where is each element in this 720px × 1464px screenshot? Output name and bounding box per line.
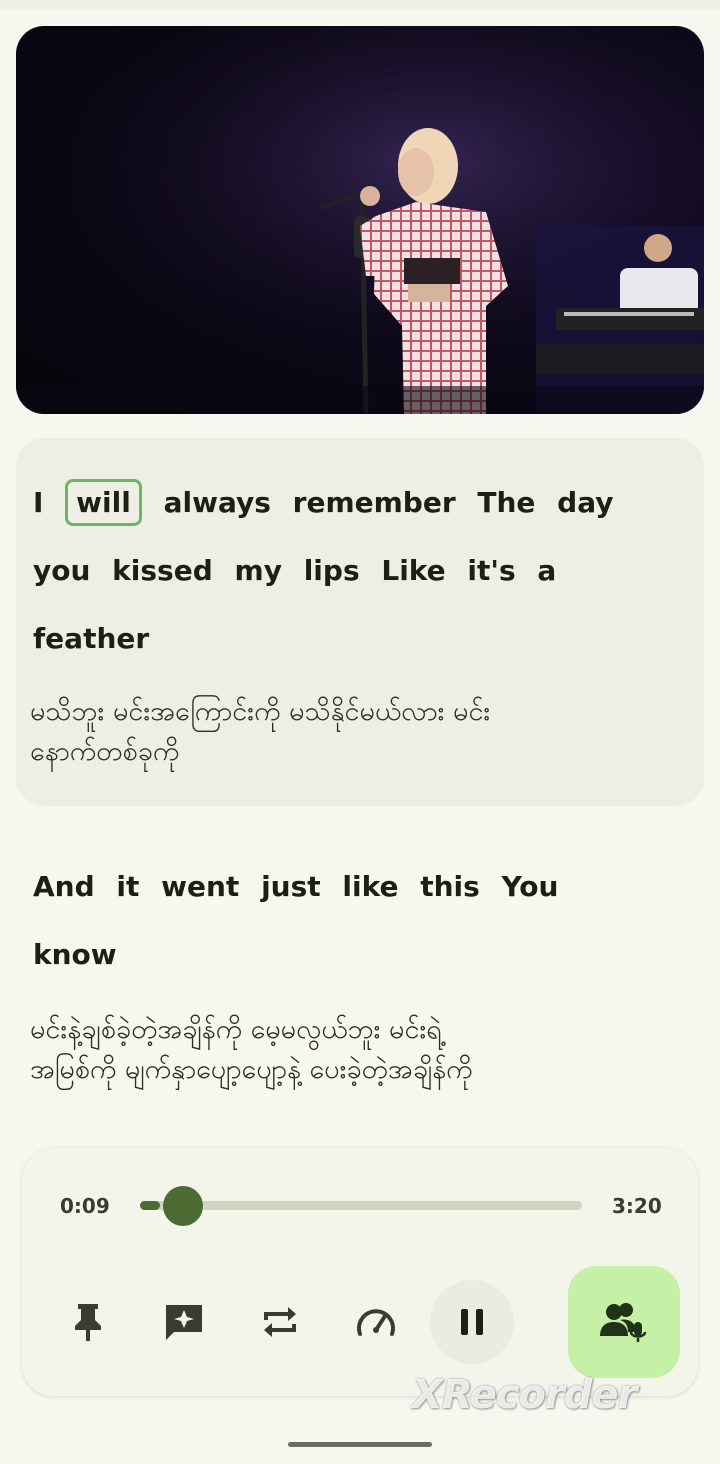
lyric-line: I will always remember The day [33,479,614,526]
lyric-word[interactable]: lips [304,554,360,587]
lyric-word[interactable]: And [33,870,95,903]
lyric-line: feather [33,622,149,655]
translation-line: နောက်တစ်ခုကို [30,736,180,767]
pause-button[interactable] [430,1280,514,1364]
video-player[interactable] [16,26,704,414]
lyric-word[interactable]: it [116,870,139,903]
lyric-word[interactable]: just [261,870,321,903]
lyric-word[interactable]: kissed [112,554,213,587]
lyric-word[interactable]: my [235,554,282,587]
repeat-button[interactable] [254,1296,306,1348]
lyric-word[interactable]: day [557,486,613,519]
lyric-word[interactable]: a [537,554,556,587]
lyric-translation-active: မသိဘူး မင်းအကြောင်းကို မသိနိုင်မယ်လား မင… [30,692,690,772]
pin-button[interactable] [62,1296,114,1348]
status-strip [0,0,720,10]
lyric-word[interactable]: remember [293,486,456,519]
lyric-word[interactable]: went [161,870,239,903]
lyric-translation-next: မင်းနဲ့ချစ်ခဲ့တဲ့အချိန်ကို မေ့မလွယ်ဘူး မ… [30,1010,690,1090]
lyric-word[interactable]: The [477,486,535,519]
lyric-word[interactable]: You [502,870,559,903]
karaoke-button[interactable] [568,1266,680,1378]
home-indicator[interactable] [288,1442,432,1447]
lyric-word[interactable]: feather [33,622,149,655]
recorder-watermark: XRecorder [412,1372,637,1418]
translation-line: အမြစ်ကို မျက်နှာပျော့ပျော့နဲ့ ပေးခဲ့တဲ့အ… [30,1054,473,1085]
seek-bar-fill [140,1201,160,1210]
lyric-word[interactable]: this [420,870,480,903]
lyric-word[interactable]: it's [467,554,515,587]
seek-bar[interactable] [140,1201,582,1210]
lyric-word[interactable]: you [33,554,90,587]
lyric-line: And it went just like this You [33,870,558,903]
lyric-line: know [33,938,117,971]
speed-gauge-icon [357,1309,395,1336]
sparkle-comment-icon [166,1305,202,1340]
lyric-word[interactable]: know [33,938,117,971]
translation-line: မင်းနဲ့ချစ်ခဲ့တဲ့အချိန်ကို မေ့မလွယ်ဘူး မ… [30,1014,442,1045]
repeat-icon [264,1307,296,1337]
lyric-word[interactable]: like [342,870,398,903]
pause-icon [461,1309,483,1335]
lyric-word[interactable]: I [33,486,43,519]
lyric-word[interactable]: always [164,486,271,519]
performance-scene [16,26,704,414]
seek-knob[interactable] [162,1186,203,1226]
pin-icon [75,1304,101,1341]
lyric-line: you kissed my lips Like it's a [33,554,556,587]
comment-button[interactable] [158,1296,210,1348]
karaoke-singer-icon [600,1303,647,1342]
speed-button[interactable] [350,1296,402,1348]
total-time: 3:20 [612,1194,662,1218]
translation-line: မသိဘူး မင်းအကြောင်းကို မသိနိုင်မယ်လား မင… [30,696,491,727]
current-time: 0:09 [60,1194,110,1218]
lyric-word[interactable]: Like [381,554,445,587]
lyric-word-highlighted[interactable]: will [65,479,142,526]
